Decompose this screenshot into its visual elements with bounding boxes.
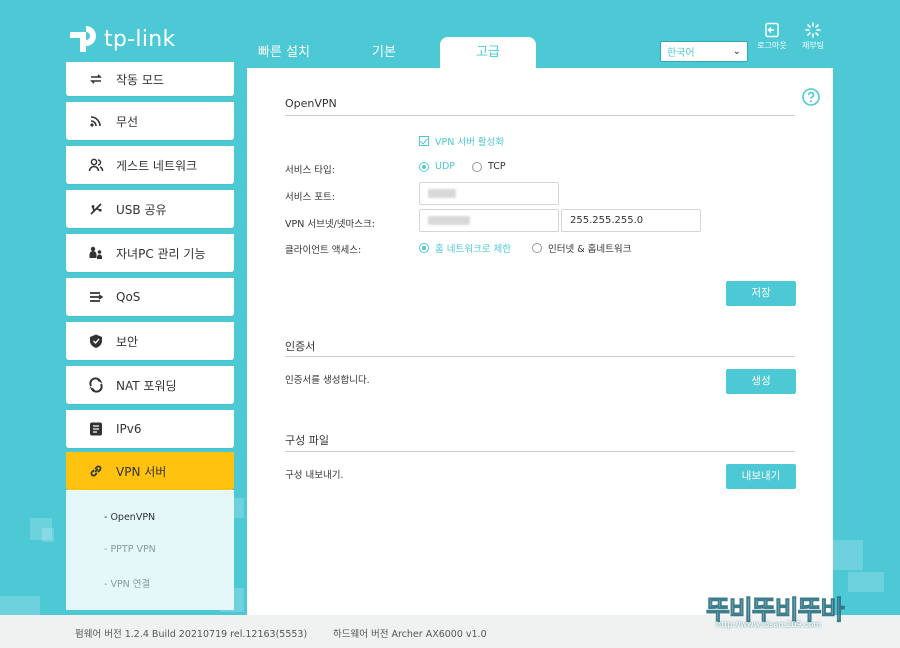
- radio-tcp[interactable]: TCP: [472, 161, 506, 172]
- section-title-config-file: 구성 파일: [285, 434, 329, 447]
- submenu-item-pptp-vpn[interactable]: - PPTP VPN: [104, 544, 156, 555]
- udp-label: UDP: [435, 161, 455, 172]
- shield-icon: [88, 333, 104, 349]
- sidebar-item-label: 게스트 네트워크: [116, 158, 198, 173]
- reboot-icon: [805, 22, 821, 38]
- usb-icon: [88, 201, 104, 217]
- service-port-input[interactable]: [419, 182, 559, 205]
- vpn-submenu: - OpenVPN - PPTP VPN - VPN 연결: [66, 490, 234, 610]
- sidebar-item-nat-forwarding[interactable]: NAT 포워딩: [66, 366, 234, 404]
- sidebar-item-wireless[interactable]: 무선: [66, 102, 234, 140]
- radio-dot: [532, 243, 542, 253]
- generate-certificate-button[interactable]: 생성: [726, 369, 796, 394]
- vpn-netmask-input[interactable]: 255.255.255.0: [561, 209, 701, 232]
- logout-button[interactable]: 로그아웃: [754, 22, 790, 51]
- ipv6-icon: [88, 421, 104, 437]
- radio-dot: [419, 161, 429, 172]
- logout-label: 로그아웃: [757, 41, 787, 50]
- main-panel: OpenVPN VPN 서버 활성화 서비스 타입: UDP TCP 서비스 포…: [247, 68, 833, 615]
- save-button[interactable]: 저장: [726, 281, 796, 306]
- sidebar-item-label: 무선: [116, 114, 139, 129]
- export-config-button[interactable]: 내보내기: [726, 464, 796, 489]
- sidebar-item-label: IPv6: [116, 422, 142, 436]
- background-decoration: [833, 540, 863, 570]
- submenu-item-openvpn[interactable]: - OpenVPN: [104, 512, 155, 523]
- sidebar-item-guest-network[interactable]: 게스트 네트워크: [66, 146, 234, 184]
- vpn-subnet-input[interactable]: [419, 209, 559, 232]
- divider: [285, 451, 795, 452]
- qos-icon: [88, 289, 104, 305]
- radio-home-network-only[interactable]: 홈 네트워크로 제한: [419, 241, 511, 255]
- radio-udp[interactable]: UDP: [419, 161, 455, 172]
- parental-controls-icon: [88, 245, 104, 261]
- sidebar-item-vpn-server[interactable]: VPN 서버: [66, 452, 234, 490]
- tp-link-logo-icon: [66, 22, 100, 56]
- background-decoration: [42, 528, 54, 542]
- sidebar-item-ipv6[interactable]: IPv6: [66, 410, 234, 448]
- divider: [285, 115, 795, 116]
- tab-quick-setup[interactable]: 빠른 설치: [236, 37, 332, 69]
- tcp-label: TCP: [488, 161, 506, 172]
- client-access-label: 클라이언트 액세스:: [285, 245, 362, 256]
- service-type-label: 서비스 타입:: [285, 165, 335, 176]
- tab-basic[interactable]: 기본: [334, 37, 434, 69]
- radio-dot: [472, 161, 482, 172]
- reboot-label: 재부팅: [801, 41, 825, 50]
- nat-forwarding-icon: [88, 377, 104, 393]
- section-title-openvpn: OpenVPN: [285, 97, 337, 110]
- firmware-version: 펌웨어 버전 1.2.4 Build 20210719 rel.12163(55…: [75, 629, 308, 640]
- watermark-url: http://www.idsam209.com: [716, 620, 822, 629]
- sidebar-item-security[interactable]: 보안: [66, 322, 234, 360]
- sidebar-item-label: VPN 서버: [116, 464, 167, 479]
- home-network-label: 홈 네트워크로 제한: [435, 244, 511, 255]
- sidebar-item-label: 작동 모드: [116, 72, 164, 87]
- background-decoration: [234, 498, 244, 518]
- certificate-description: 인증서를 생성합니다.: [285, 375, 370, 386]
- enable-vpn-server-checkbox[interactable]: VPN 서버 활성화: [419, 134, 504, 148]
- logout-icon: [765, 22, 779, 38]
- tab-advanced[interactable]: 고급: [440, 37, 536, 69]
- language-select[interactable]: 한국어 ⌄: [660, 41, 748, 62]
- background-decoration: [848, 572, 884, 592]
- enable-vpn-server-label: VPN 서버 활성화: [435, 137, 505, 148]
- main-tabs: 빠른 설치 기본 고급: [236, 37, 538, 69]
- config-file-description: 구성 내보내기.: [285, 470, 344, 481]
- internet-home-label: 인터넷 & 홈네트워크: [548, 244, 632, 255]
- sidebar-item-label: 자녀PC 관리 기능: [116, 246, 206, 261]
- language-value: 한국어: [667, 48, 695, 59]
- submenu-item-vpn-connection[interactable]: - VPN 연결: [104, 576, 150, 590]
- sidebar-item-label: QoS: [116, 290, 141, 304]
- background-decoration: [0, 596, 40, 616]
- link-icon: [88, 463, 104, 479]
- service-port-label: 서비스 포트:: [285, 192, 335, 203]
- sidebar-item-qos[interactable]: QoS: [66, 278, 234, 316]
- redacted-value: [428, 215, 470, 225]
- sidebar-item-label: 보안: [116, 334, 139, 349]
- radio-internet-and-home[interactable]: 인터넷 & 홈네트워크: [532, 241, 631, 255]
- sidebar-item-parental-controls[interactable]: 자녀PC 관리 기능: [66, 234, 234, 272]
- hardware-version: 하드웨어 버전 Archer AX6000 v1.0: [333, 629, 487, 640]
- radio-dot: [419, 243, 429, 253]
- sidebar-item-label: NAT 포워딩: [116, 378, 177, 393]
- vpn-subnet-label: VPN 서브넷/넷마스크:: [285, 219, 375, 230]
- checkbox-box: [419, 136, 429, 146]
- brand-name: tp-link: [104, 26, 176, 52]
- operation-mode-icon: [88, 71, 104, 87]
- watermark: 뚜비뚜비뚜바 http://www.idsam209.com: [706, 590, 892, 638]
- sidebar-item-operation-mode[interactable]: 작동 모드: [66, 62, 234, 96]
- help-icon[interactable]: [802, 88, 820, 106]
- sidebar-item-usb-sharing[interactable]: USB 공유: [66, 190, 234, 228]
- tp-link-logo: tp-link: [66, 22, 176, 56]
- guest-network-icon: [88, 157, 104, 173]
- chevron-down-icon: ⌄: [732, 46, 741, 57]
- redacted-value: [428, 188, 456, 198]
- reboot-button[interactable]: 재부팅: [795, 22, 831, 51]
- wireless-icon: [88, 113, 104, 129]
- divider: [285, 356, 795, 357]
- section-title-certificate: 인증서: [285, 340, 316, 353]
- sidebar-item-label: USB 공유: [116, 202, 167, 217]
